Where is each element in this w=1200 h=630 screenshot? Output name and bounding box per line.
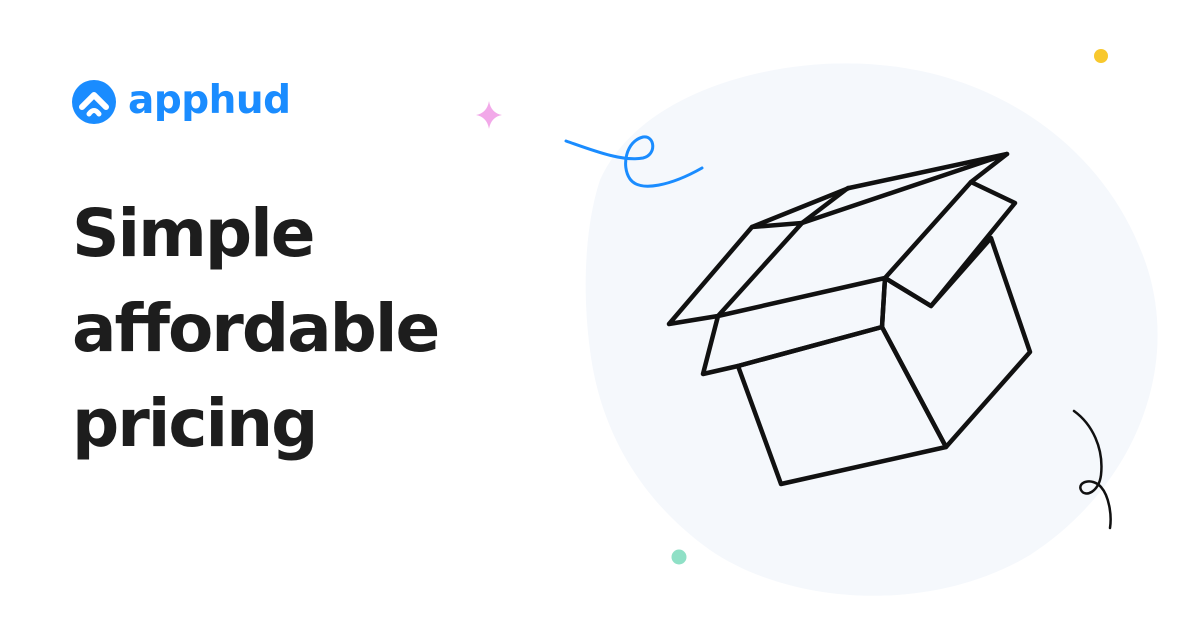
sparkle-icon <box>476 101 502 129</box>
headline-line-2: affordable <box>72 290 440 367</box>
headline-line-1: Simple <box>72 195 316 272</box>
pricing-banner: apphud Simple affordable pricing <box>0 0 1200 630</box>
page-title: Simple affordable pricing <box>72 186 440 471</box>
apphud-logo: apphud <box>70 77 291 127</box>
apphud-logo-icon <box>72 80 116 124</box>
headline-line-3: pricing <box>72 385 318 462</box>
brand-name: apphud <box>128 77 291 123</box>
yellow-dot <box>1094 49 1108 63</box>
mint-dot <box>671 549 687 565</box>
